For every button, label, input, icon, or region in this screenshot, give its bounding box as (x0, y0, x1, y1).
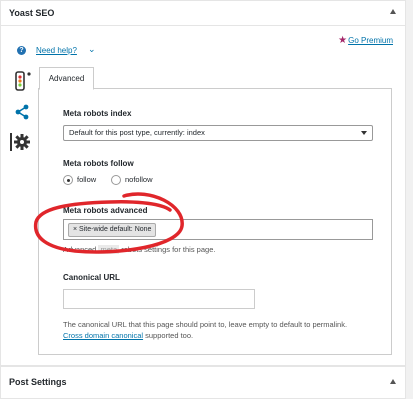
go-premium-link[interactable]: ★Go Premium (338, 35, 393, 46)
follow-radio[interactable] (63, 175, 73, 185)
question-icon[interactable]: ? (17, 46, 26, 55)
panel-header[interactable]: Yoast SEO (1, 1, 405, 26)
traffic-light-icon[interactable] (14, 71, 32, 93)
canonical-url-description: The canonical URL that this page should … (63, 320, 348, 340)
post-settings-title: Post Settings (9, 377, 67, 387)
canonical-url-label: Canonical URL (63, 273, 120, 282)
gear-icon[interactable] (9, 132, 31, 152)
chevron-down-icon[interactable]: ⌄ (88, 44, 96, 55)
site-wide-default-chip[interactable]: × Site-wide default: None (68, 223, 157, 237)
nofollow-radio[interactable] (111, 175, 121, 185)
robots-index-label: Meta robots index (63, 109, 132, 118)
robots-advanced-label: Meta robots advanced (63, 206, 148, 215)
follow-radio-label[interactable]: follow (77, 175, 96, 184)
canonical-url-input[interactable] (63, 289, 255, 309)
chevron-down-icon (361, 131, 367, 135)
collapse-arrow-icon[interactable] (390, 379, 396, 384)
robots-index-value: Default for this post type, currently: i… (69, 128, 205, 137)
nofollow-radio-label[interactable]: nofollow (125, 175, 153, 184)
need-help-link[interactable]: Need help? (36, 46, 77, 55)
share-icon[interactable] (14, 104, 30, 120)
robots-follow-label: Meta robots follow (63, 159, 134, 168)
robots-index-select[interactable]: Default for this post type, currently: i… (63, 125, 373, 141)
cross-domain-canonical-link[interactable]: Cross domain canonical (63, 331, 143, 340)
star-icon: ★ (338, 35, 348, 46)
robots-advanced-hint: Advanced meta robots settings for this p… (63, 245, 216, 254)
panel-title: Yoast SEO (9, 8, 55, 18)
tab-advanced[interactable]: Advanced (39, 67, 94, 90)
robots-advanced-select[interactable]: × Site-wide default: None (63, 219, 373, 240)
yoast-seo-panel: Yoast SEO ? Need help? ⌄ ★Go Premium Adv… (0, 0, 406, 366)
collapse-arrow-icon[interactable] (390, 9, 396, 14)
post-settings-panel[interactable]: Post Settings (0, 366, 406, 399)
